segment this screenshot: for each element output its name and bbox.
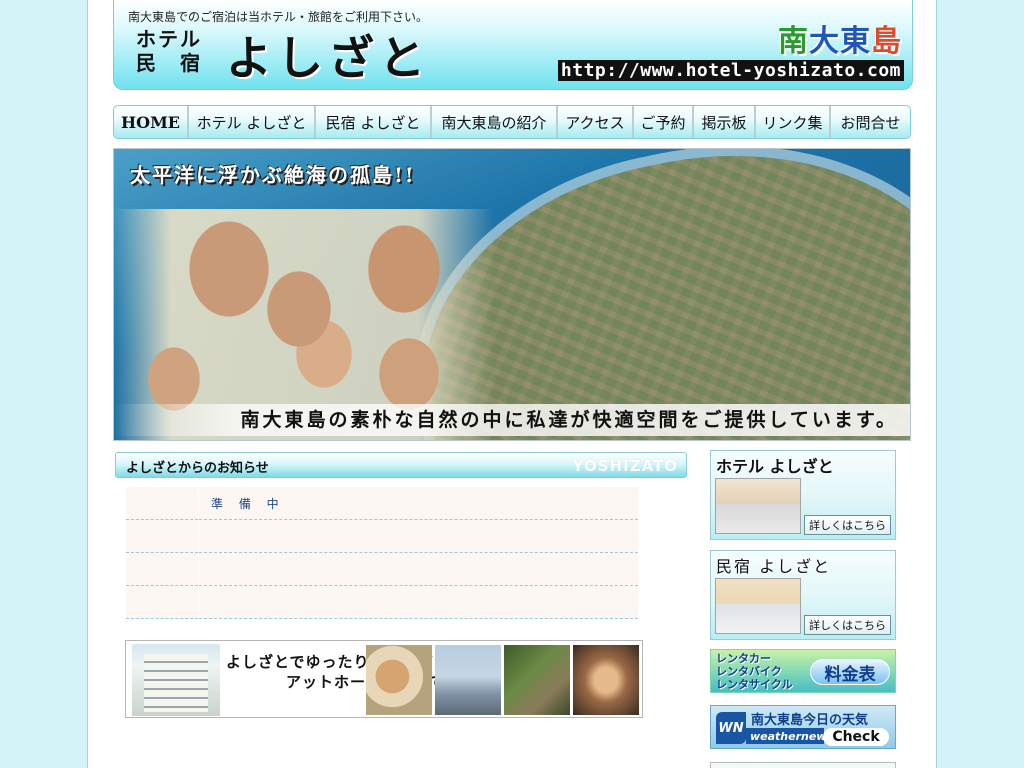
- news-date: [126, 585, 199, 619]
- hotel-more-button[interactable]: 詳しくはこちら: [804, 515, 891, 535]
- news-date: [126, 487, 199, 520]
- site-logo-name[interactable]: よしざと: [226, 22, 430, 88]
- nav-access[interactable]: アクセス: [558, 106, 634, 138]
- minshuku-card-title: 民宿 よしざと: [716, 557, 832, 576]
- banner-subline: 南大東島の素朴な自然の中に私達が快適空間をご提供しています。: [240, 409, 898, 431]
- minshuku-room-photo: [715, 578, 801, 634]
- news-text: [198, 585, 638, 619]
- hero-banner: 太平洋に浮かぶ絶海の孤島!! 南大東島の素朴な自然の中に私達が快適空間をご提供し…: [113, 148, 911, 441]
- page-container: 南大東島でのご宿泊は当ホテル・旅館をご利用下さい。 ホテル 民 宿 よしざと 南…: [87, 0, 937, 768]
- food-photo: [366, 645, 432, 715]
- island-char-3: 東: [840, 24, 871, 59]
- news-row: [126, 585, 638, 619]
- nav-links[interactable]: リンク集: [756, 106, 831, 138]
- news-row: [126, 519, 638, 553]
- main-nav: HOME ホテル よしざと 民宿 よしざと 南大東島の紹介 アクセス ご予約 掲…: [113, 105, 911, 139]
- site-header: 南大東島でのご宿泊は当ホテル・旅館をご利用下さい。 ホテル 民 宿 よしざと 南…: [113, 0, 913, 90]
- hotel-card-title: ホテル よしざと: [716, 457, 834, 476]
- banner-headline: 太平洋に浮かぶ絶海の孤島!!: [130, 163, 416, 187]
- header-kind-minshuku: 民 宿: [136, 51, 202, 75]
- weather-banner[interactable]: WN 南大東島今日の天気 weathernews Check: [710, 705, 896, 749]
- news-text: [198, 552, 638, 586]
- nav-bbs[interactable]: 掲示板: [694, 106, 756, 138]
- nav-reservation[interactable]: ご予約: [634, 106, 694, 138]
- news-text: [198, 519, 638, 553]
- island-char-1: 南: [778, 24, 809, 59]
- hotel-card[interactable]: ホテル よしざと 詳しくはこちら: [710, 450, 896, 540]
- news-row: [126, 552, 638, 586]
- price-list-button[interactable]: 料金表: [810, 659, 890, 685]
- nav-hotel[interactable]: ホテル よしざと: [189, 106, 316, 138]
- rental-bike-label: レンタバイク: [716, 665, 782, 678]
- news-date: [126, 552, 199, 586]
- header-kind: ホテル 民 宿: [136, 27, 202, 75]
- news-row: 準 備 中: [126, 487, 638, 520]
- site-url: http://www.hotel-yoshizato.com: [557, 60, 904, 81]
- news-table: 準 備 中: [126, 487, 638, 619]
- header-kind-hotel: ホテル: [136, 27, 202, 51]
- promo-banner[interactable]: よしざとでゆったり・のんびり アットホームなおもてなし: [125, 640, 643, 718]
- island-logo: 南大東島: [778, 16, 902, 60]
- next-side-banner[interactable]: [710, 762, 896, 768]
- weathernews-logo-icon: WN: [716, 712, 746, 744]
- cave-photo: [573, 645, 639, 715]
- weather-brand: weathernews: [746, 728, 833, 744]
- nav-island-intro[interactable]: 南大東島の紹介: [432, 106, 558, 138]
- news-watermark: YOSHIZATO: [572, 457, 678, 475]
- weather-check-button[interactable]: Check: [823, 728, 889, 746]
- news-header: よしざとからのお知らせ YOSHIZATO: [115, 452, 687, 478]
- news-date: [126, 519, 199, 553]
- nav-home[interactable]: HOME: [114, 106, 189, 138]
- nav-contact[interactable]: お問合せ: [831, 106, 910, 138]
- island-char-4: 島: [871, 24, 902, 59]
- rental-cycle-label: レンタサイクル: [716, 678, 793, 691]
- minshuku-card[interactable]: 民宿 よしざと 詳しくはこちら: [710, 550, 896, 640]
- rental-banner[interactable]: レンタカー レンタバイク レンタサイクル 料金表: [710, 649, 896, 693]
- minshuku-more-button[interactable]: 詳しくはこちら: [804, 615, 891, 635]
- hotel-room-photo: [715, 478, 801, 534]
- fishing-photo: [435, 645, 501, 715]
- hotel-building-photo: [132, 644, 220, 716]
- news-title: よしざとからのお知らせ: [126, 461, 269, 476]
- news-text: 準 備 中: [198, 487, 638, 520]
- weather-title: 南大東島今日の天気: [751, 713, 869, 728]
- island-char-2: 大: [809, 24, 840, 59]
- jungle-photo: [504, 645, 570, 715]
- rental-car-label: レンタカー: [716, 652, 771, 665]
- nav-minshuku[interactable]: 民宿 よしざと: [316, 106, 432, 138]
